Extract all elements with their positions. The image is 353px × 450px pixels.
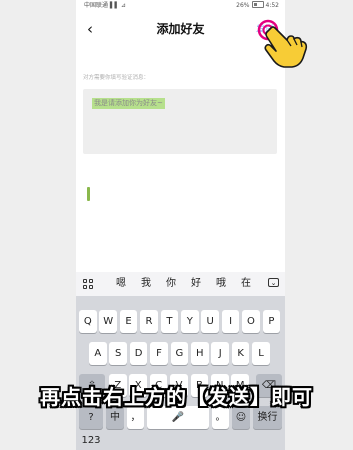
key-u[interactable]: U	[201, 310, 219, 333]
key-o[interactable]: O	[242, 310, 260, 333]
key-l[interactable]: L	[252, 342, 270, 365]
tutorial-caption: 再点击右上方的【发送】即可	[40, 385, 313, 409]
key-i[interactable]: I	[221, 310, 240, 333]
candidate-word[interactable]: 好	[191, 277, 201, 291]
menu-grid-icon[interactable]	[83, 279, 93, 289]
pointing-hand-icon	[257, 19, 308, 68]
key-y[interactable]: Y	[181, 310, 199, 333]
key-w[interactable]: W	[99, 310, 117, 333]
key-q[interactable]: Q	[79, 310, 97, 333]
candidate-word[interactable]: 哦	[216, 277, 226, 291]
key-j[interactable]: J	[211, 342, 229, 365]
verification-message-field[interactable]: 我是请添加你为好友~	[83, 89, 277, 201]
key-r[interactable]: R	[140, 310, 158, 333]
candidate-word[interactable]: 嗯	[116, 277, 126, 291]
key-k[interactable]: K	[231, 342, 250, 365]
candidate-word[interactable]: 我	[141, 277, 151, 291]
key-e[interactable]: E	[119, 310, 138, 333]
candidate-word[interactable]: 你	[166, 277, 176, 291]
battery-percent: 26%	[236, 2, 250, 9]
key-s[interactable]: S	[109, 342, 127, 365]
back-icon[interactable]: ‹	[82, 19, 98, 39]
key-d[interactable]: D	[129, 342, 148, 365]
key-f[interactable]: F	[150, 342, 168, 365]
battery-icon	[251, 1, 264, 8]
candidate-bar: 嗯 我 你 好 哦 在 ⌄	[76, 272, 285, 296]
page-title: 添加好友	[156, 22, 205, 36]
key-g[interactable]: G	[170, 342, 189, 365]
soft-keyboard: 嗯 我 你 好 哦 在 ⌄ Q W E R T Y U I O P A S D F G H J K L ⇧ Z X C V B N…	[76, 272, 285, 450]
hide-keyboard-icon[interactable]: ⌄	[268, 278, 279, 287]
carrier-text: 中国联通 ▌▌ ⊿	[84, 2, 127, 9]
verification-hint: 对方需要你填写验证消息：	[83, 75, 150, 81]
clock: 4:52	[265, 2, 279, 9]
key-p[interactable]: P	[262, 310, 281, 333]
key-a[interactable]: A	[89, 342, 107, 365]
key-h[interactable]: H	[191, 342, 209, 365]
selection-handle[interactable]	[87, 187, 90, 201]
key-t[interactable]: T	[160, 310, 179, 333]
verification-message-text: 我是请添加你为好友~	[92, 98, 165, 109]
status-right: 26% 4:52	[236, 0, 279, 12]
status-bar: 中国联通 ▌▌ ⊿ 26% 4:52	[76, 0, 285, 12]
candidate-word[interactable]: 在	[241, 277, 251, 291]
